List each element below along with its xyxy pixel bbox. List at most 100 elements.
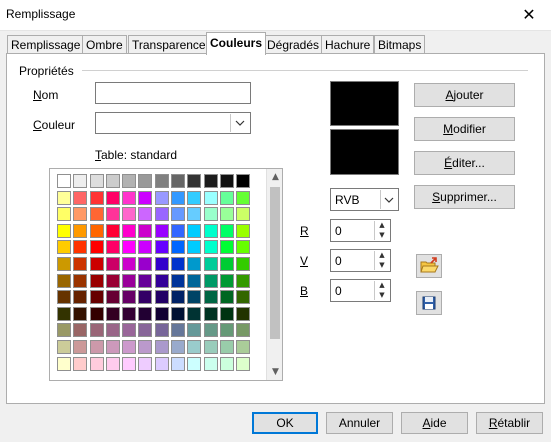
- palette-color-cell[interactable]: [236, 240, 251, 255]
- palette-color-cell[interactable]: [57, 207, 71, 222]
- palette-color-cell[interactable]: [89, 174, 104, 188]
- palette-color-cell[interactable]: [219, 174, 234, 188]
- palette-color-cell[interactable]: [203, 207, 218, 222]
- palette-color-cell[interactable]: [57, 273, 71, 288]
- palette-color-cell[interactable]: [138, 273, 153, 288]
- palette-color-cell[interactable]: [73, 207, 88, 222]
- palette-color-cell[interactable]: [73, 273, 88, 288]
- palette-color-cell[interactable]: [122, 240, 137, 255]
- palette-color-cell[interactable]: [203, 323, 218, 338]
- palette-color-cell[interactable]: [138, 339, 153, 354]
- palette-color-cell[interactable]: [203, 240, 218, 255]
- name-input[interactable]: [95, 82, 251, 104]
- delete-button[interactable]: Supprimer...: [414, 185, 515, 209]
- palette-color-cell[interactable]: [171, 273, 186, 288]
- palette-color-cell[interactable]: [203, 339, 218, 354]
- tab-bitmaps[interactable]: Bitmaps: [374, 35, 426, 54]
- palette-color-cell[interactable]: [105, 174, 120, 188]
- palette-color-cell[interactable]: [236, 306, 251, 321]
- tab-couleurs[interactable]: Couleurs: [206, 32, 267, 55]
- palette-color-cell[interactable]: [138, 207, 153, 222]
- palette-color-cell[interactable]: [236, 290, 251, 305]
- palette-color-cell[interactable]: [219, 256, 234, 271]
- palette-color-cell[interactable]: [105, 207, 120, 222]
- palette-color-cell[interactable]: [154, 207, 169, 222]
- help-button[interactable]: Aide: [401, 412, 468, 434]
- reset-button[interactable]: Rétablir: [476, 412, 543, 434]
- palette-color-cell[interactable]: [171, 290, 186, 305]
- palette-color-cell[interactable]: [171, 207, 186, 222]
- spin-arrows-icon[interactable]: ▲ ▼: [374, 251, 389, 270]
- palette-color-cell[interactable]: [122, 190, 137, 205]
- palette-color-cell[interactable]: [122, 290, 137, 305]
- palette-color-cell[interactable]: [122, 356, 137, 371]
- palette-color-cell[interactable]: [122, 207, 137, 222]
- palette-color-cell[interactable]: [57, 356, 71, 371]
- palette-color-cell[interactable]: [138, 190, 153, 205]
- edit-button[interactable]: Éditer...: [414, 151, 515, 175]
- close-icon[interactable]: ✕: [512, 2, 546, 28]
- palette-scrollbar[interactable]: ▲ ▼: [266, 169, 282, 380]
- palette-color-cell[interactable]: [154, 223, 169, 238]
- palette-color-cell[interactable]: [105, 190, 120, 205]
- palette-color-cell[interactable]: [57, 306, 71, 321]
- palette-color-cell[interactable]: [89, 339, 104, 354]
- palette-color-cell[interactable]: [105, 256, 120, 271]
- palette-color-cell[interactable]: [138, 306, 153, 321]
- cancel-button[interactable]: Annuler: [326, 412, 393, 434]
- chevron-down-icon[interactable]: [380, 190, 397, 209]
- palette-color-cell[interactable]: [187, 290, 202, 305]
- palette-color-cell[interactable]: [73, 339, 88, 354]
- palette-color-cell[interactable]: [154, 290, 169, 305]
- palette-color-cell[interactable]: [138, 323, 153, 338]
- palette-color-cell[interactable]: [89, 223, 104, 238]
- palette-color-cell[interactable]: [203, 273, 218, 288]
- palette-color-cell[interactable]: [171, 174, 186, 188]
- palette-color-cell[interactable]: [187, 174, 202, 188]
- palette-color-cell[interactable]: [73, 174, 88, 188]
- palette-color-cell[interactable]: [236, 323, 251, 338]
- save-palette-button[interactable]: [416, 291, 442, 315]
- palette-color-cell[interactable]: [89, 290, 104, 305]
- modify-button[interactable]: Modifier: [414, 117, 515, 141]
- palette-color-cell[interactable]: [236, 256, 251, 271]
- palette-color-cell[interactable]: [122, 323, 137, 338]
- palette-color-cell[interactable]: [138, 256, 153, 271]
- channel-v-spinner[interactable]: 0 ▲ ▼: [330, 249, 391, 272]
- palette-color-cell[interactable]: [187, 207, 202, 222]
- palette-color-cell[interactable]: [171, 223, 186, 238]
- palette-color-cell[interactable]: [219, 323, 234, 338]
- palette-color-cell[interactable]: [57, 256, 71, 271]
- open-palette-button[interactable]: [416, 254, 442, 278]
- palette-color-cell[interactable]: [171, 240, 186, 255]
- scroll-down-icon[interactable]: ▼: [267, 364, 282, 380]
- palette-color-cell[interactable]: [219, 356, 234, 371]
- palette-color-cell[interactable]: [73, 190, 88, 205]
- palette-color-cell[interactable]: [57, 323, 71, 338]
- palette-color-cell[interactable]: [73, 240, 88, 255]
- palette-color-cell[interactable]: [89, 256, 104, 271]
- palette-color-cell[interactable]: [187, 339, 202, 354]
- palette-color-cell[interactable]: [122, 339, 137, 354]
- scroll-thumb[interactable]: [270, 187, 280, 339]
- palette-color-cell[interactable]: [154, 240, 169, 255]
- palette-color-cell[interactable]: [171, 323, 186, 338]
- palette-color-cell[interactable]: [203, 290, 218, 305]
- palette-color-cell[interactable]: [236, 356, 251, 371]
- palette-color-cell[interactable]: [187, 256, 202, 271]
- palette-color-cell[interactable]: [105, 356, 120, 371]
- palette-color-cell[interactable]: [236, 223, 251, 238]
- palette-color-cell[interactable]: [89, 273, 104, 288]
- spin-arrows-icon[interactable]: ▲ ▼: [374, 221, 389, 240]
- palette-color-cell[interactable]: [187, 273, 202, 288]
- palette-color-cell[interactable]: [187, 223, 202, 238]
- palette-color-cell[interactable]: [219, 273, 234, 288]
- palette-color-cell[interactable]: [203, 174, 218, 188]
- palette-color-cell[interactable]: [89, 306, 104, 321]
- color-combobox[interactable]: [95, 112, 251, 134]
- palette-color-cell[interactable]: [57, 339, 71, 354]
- palette-color-cell[interactable]: [219, 339, 234, 354]
- palette-color-cell[interactable]: [219, 290, 234, 305]
- ok-button[interactable]: OK: [252, 412, 318, 434]
- palette-color-cell[interactable]: [187, 190, 202, 205]
